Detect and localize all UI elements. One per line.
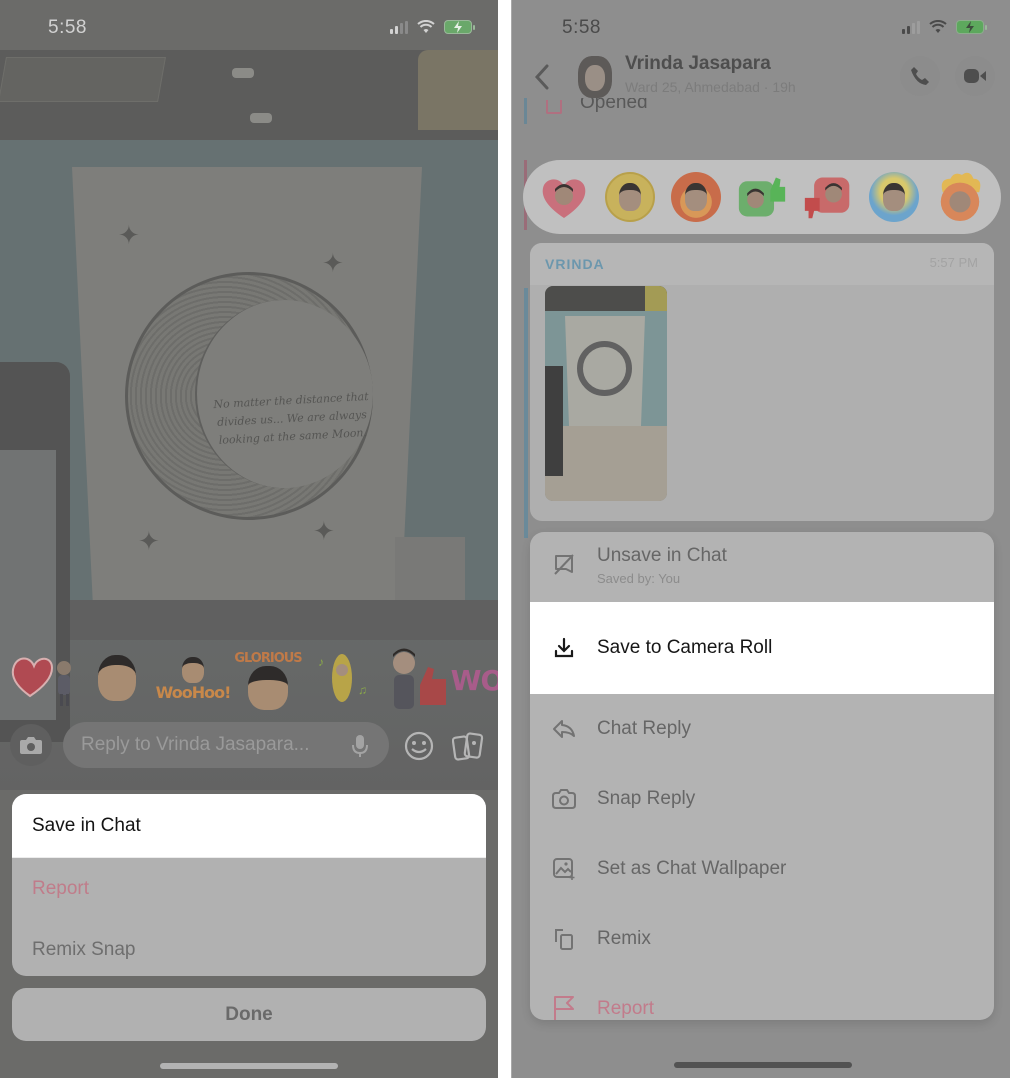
photo-desk bbox=[0, 600, 498, 640]
video-call-button[interactable] bbox=[955, 56, 995, 96]
message-header: VRINDA 5:57 PM bbox=[530, 243, 994, 285]
love-reaction[interactable] bbox=[539, 172, 589, 222]
battery-charging-icon bbox=[956, 20, 987, 34]
photo-ceiling-panel bbox=[0, 57, 166, 102]
report-option[interactable]: Report bbox=[530, 974, 994, 1020]
chat-reply-icon bbox=[552, 717, 576, 741]
message-timestamp: 5:57 PM bbox=[929, 255, 978, 270]
svg-text:♪: ♪ bbox=[318, 655, 324, 669]
flag-icon bbox=[552, 996, 576, 1020]
fire-reaction[interactable] bbox=[671, 172, 721, 222]
reply-input[interactable] bbox=[63, 722, 389, 768]
contact-location-subtitle: Ward 25, Ahmedabad · 19h bbox=[625, 79, 796, 95]
status-bar: 5:58 bbox=[0, 14, 498, 44]
wow-sticker[interactable]: WO bbox=[451, 645, 498, 715]
unsave-icon bbox=[552, 553, 576, 577]
emoji-icon[interactable] bbox=[404, 731, 434, 761]
thumbs-up-sticker[interactable] bbox=[382, 645, 454, 715]
message-sender: VRINDA bbox=[545, 256, 605, 272]
snap-context-menu: Unsave in Chat Saved by: You Save to Cam… bbox=[530, 532, 994, 1020]
save-in-chat-label: Save in Chat bbox=[32, 814, 141, 836]
camera-icon bbox=[552, 787, 576, 811]
laugh-cry-reaction[interactable] bbox=[605, 172, 655, 222]
set-as-chat-wallpaper-option[interactable]: Set as Chat Wallpaper bbox=[530, 834, 994, 904]
photo-ceiling-light bbox=[250, 113, 272, 123]
voice-call-button[interactable] bbox=[900, 56, 940, 96]
wifi-icon bbox=[417, 20, 435, 33]
status-icons bbox=[902, 20, 987, 34]
home-indicator[interactable] bbox=[160, 1063, 338, 1069]
report-option[interactable]: Report bbox=[12, 858, 486, 919]
chat-reply-label: Chat Reply bbox=[597, 718, 691, 739]
contact-avatar[interactable] bbox=[578, 56, 612, 98]
battery-charging-icon bbox=[444, 20, 475, 34]
microphone-icon[interactable] bbox=[352, 734, 368, 758]
photo-yellow-poster bbox=[418, 50, 498, 130]
reaction-bar bbox=[523, 160, 1001, 234]
snap-action-sheet: Save in Chat Report Remix Snap bbox=[12, 794, 486, 976]
opened-snap-icon bbox=[546, 100, 562, 114]
remix-icon bbox=[552, 927, 576, 951]
sparkle-icon: ✦ bbox=[138, 526, 160, 556]
thumbs-up-reaction[interactable] bbox=[737, 172, 787, 222]
thumbs-down-reaction[interactable] bbox=[803, 172, 853, 222]
save-to-camera-roll-option[interactable]: Save to Camera Roll bbox=[530, 602, 994, 694]
message-thread-bar bbox=[524, 288, 528, 538]
heart-hug-sticker[interactable] bbox=[8, 648, 78, 708]
save-in-chat-option[interactable]: Save in Chat bbox=[12, 794, 486, 858]
report-label: Report bbox=[597, 998, 655, 1019]
download-icon bbox=[552, 636, 576, 660]
opened-status-text: Opened bbox=[580, 98, 648, 113]
remix-snap-option[interactable]: Remix Snap bbox=[12, 919, 486, 976]
sparkle-icon: ✦ bbox=[118, 220, 140, 250]
saved-by-label: Saved by: You bbox=[597, 571, 681, 586]
home-indicator[interactable] bbox=[674, 1062, 852, 1068]
mind-blown-reaction[interactable] bbox=[935, 172, 985, 222]
cellular-signal-icon bbox=[902, 20, 920, 34]
done-button[interactable]: Done bbox=[12, 988, 486, 1041]
stickers-memories-icon[interactable] bbox=[452, 731, 484, 761]
photo-box bbox=[395, 537, 465, 607]
report-label: Report bbox=[32, 877, 90, 899]
unsave-in-chat-label: Unsave in Chat bbox=[597, 545, 727, 566]
status-bar: 5:58 bbox=[512, 14, 1010, 44]
wallpaper-icon bbox=[552, 857, 576, 881]
banana-sticker[interactable]: ♪ ♫ bbox=[312, 650, 372, 705]
cellular-signal-icon bbox=[390, 20, 408, 34]
status-time: 5:58 bbox=[562, 17, 601, 38]
laughing-bitmoji-sticker[interactable] bbox=[98, 655, 136, 701]
status-icons bbox=[390, 20, 475, 34]
remix-option[interactable]: Remix bbox=[530, 904, 994, 974]
camera-icon bbox=[20, 737, 42, 754]
photo-ceiling-light bbox=[232, 68, 254, 78]
unsave-in-chat-option[interactable]: Unsave in Chat Saved by: You bbox=[530, 532, 994, 602]
video-camera-icon bbox=[964, 69, 986, 83]
saved-snap-thumbnail[interactable] bbox=[545, 286, 667, 501]
sad-reaction[interactable] bbox=[869, 172, 919, 222]
right-chat-screen: 5:58 Vrinda Jasapara Ward 25, Ahmedabad … bbox=[511, 0, 1010, 1078]
phone-icon bbox=[911, 67, 929, 85]
chat-reply-option[interactable]: Chat Reply bbox=[530, 694, 994, 764]
status-time: 5:58 bbox=[48, 17, 87, 38]
glorious-sticker[interactable]: GLORIOUS bbox=[232, 645, 304, 715]
snap-reply-option[interactable]: Snap Reply bbox=[530, 764, 994, 834]
poster-quote: No matter the distance that divides us..… bbox=[213, 389, 369, 447]
set-as-chat-wallpaper-label: Set as Chat Wallpaper bbox=[597, 858, 787, 879]
snap-message-card: VRINDA 5:57 PM bbox=[530, 243, 994, 521]
sparkle-icon: ✦ bbox=[313, 516, 335, 546]
snap-reply-label: Snap Reply bbox=[597, 788, 696, 809]
opened-status-row: Opened bbox=[512, 98, 1010, 124]
camera-button[interactable] bbox=[10, 724, 52, 766]
remix-label: Remix bbox=[597, 928, 651, 949]
svg-text:♫: ♫ bbox=[358, 683, 367, 697]
reply-composer bbox=[0, 722, 498, 772]
wifi-icon bbox=[929, 20, 947, 33]
sparkle-icon: ✦ bbox=[322, 248, 344, 278]
woohoo-sticker[interactable]: WooHoo! bbox=[156, 645, 231, 713]
save-to-camera-roll-label: Save to Camera Roll bbox=[597, 637, 773, 658]
left-snap-viewer-screen: No matter the distance that divides us..… bbox=[0, 0, 498, 1078]
contact-name[interactable]: Vrinda Jasapara bbox=[625, 53, 771, 75]
remix-snap-label: Remix Snap bbox=[32, 938, 136, 960]
back-chevron-icon[interactable] bbox=[534, 64, 550, 90]
